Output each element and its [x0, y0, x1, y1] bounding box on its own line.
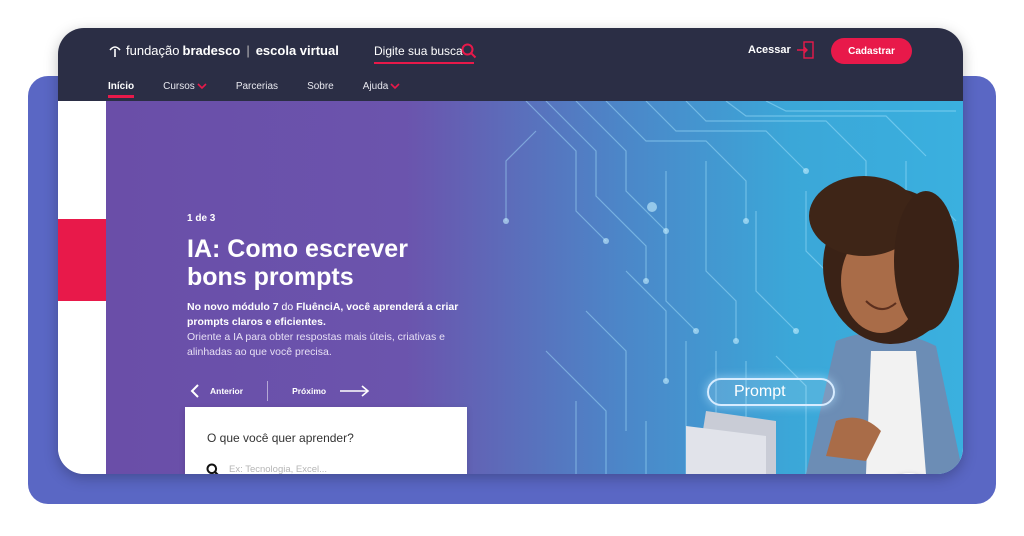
- site-logo[interactable]: fundação bradesco | escola virtual: [108, 43, 339, 58]
- logo-prefix: fundação: [126, 43, 180, 58]
- next-slide-button[interactable]: Próximo: [292, 385, 370, 397]
- nav-item-inicio[interactable]: Início: [108, 80, 135, 98]
- hero-headline: IA: Como escrever bons prompts: [187, 235, 487, 291]
- stage: fundação bradesco | escola virtual Digit…: [0, 0, 1024, 536]
- course-search-title: O que você quer aprender?: [207, 431, 354, 445]
- desc-light: Oriente a IA para obter respostas mais ú…: [187, 331, 445, 358]
- browser-frame: fundação bradesco | escola virtual Digit…: [58, 28, 963, 474]
- nav-item-label: Parcerias: [235, 80, 279, 92]
- prompt-label-graphic: Prompt: [707, 378, 835, 406]
- slide-pager: Anterior Próximo: [189, 381, 370, 401]
- nav-item-cursos[interactable]: Cursos: [163, 81, 207, 92]
- arrow-right-icon: [340, 385, 370, 397]
- signup-button[interactable]: Cadastrar: [831, 38, 912, 64]
- course-search-input[interactable]: [229, 460, 444, 474]
- nav-item-label: Sobre: [307, 80, 334, 92]
- prev-slide-button[interactable]: Anterior: [189, 384, 243, 398]
- pager-divider: [267, 381, 269, 401]
- student-photo: [686, 176, 963, 474]
- search-icon: [206, 463, 219, 474]
- nav-item-parcerias[interactable]: Parcerias: [236, 81, 278, 92]
- hero-description: No novo módulo 7 do FluênciA, você apren…: [187, 300, 477, 360]
- slide-counter: 1 de 3: [187, 213, 216, 224]
- prev-label: Anterior: [210, 386, 244, 396]
- logo-brand: bradesco: [182, 43, 241, 58]
- login-link[interactable]: Acessar: [748, 44, 791, 56]
- search-placeholder: Digite sua busca: [374, 44, 463, 58]
- nav-item-label: Início: [108, 80, 135, 92]
- nav-item-ajuda[interactable]: Ajuda: [363, 81, 401, 92]
- hero-banner: Prompt 1 de 3 IA: Como escrever bons pro…: [58, 101, 963, 474]
- door-arrow-icon[interactable]: [796, 40, 816, 60]
- chevron-down-icon: [197, 83, 207, 90]
- headline-line-2: bons prompts: [187, 263, 354, 291]
- logo-product: escola virtual: [255, 43, 339, 58]
- course-search-card: O que você quer aprender?: [185, 407, 467, 474]
- accent-strip: [58, 219, 106, 301]
- bradesco-logo-icon: [109, 45, 121, 57]
- desc-plain: do: [278, 301, 297, 313]
- search-input[interactable]: Digite sua busca: [374, 44, 474, 64]
- nav-item-sobre[interactable]: Sobre: [307, 81, 334, 92]
- next-label: Próximo: [292, 386, 327, 396]
- search-icon[interactable]: [461, 43, 477, 59]
- chevron-down-icon: [390, 83, 400, 90]
- nav-item-label: Ajuda: [362, 80, 389, 92]
- top-bar: fundação bradesco | escola virtual Digit…: [58, 28, 963, 101]
- arrow-left-icon: [190, 384, 199, 398]
- logo-separator: |: [246, 43, 250, 58]
- main-nav: Início Cursos Parcerias Sobre Ajuda: [108, 76, 429, 98]
- nav-item-label: Cursos: [163, 80, 195, 92]
- desc-bold-1: No novo módulo 7: [187, 301, 279, 313]
- headline-line-1: IA: Como escrever: [187, 235, 408, 263]
